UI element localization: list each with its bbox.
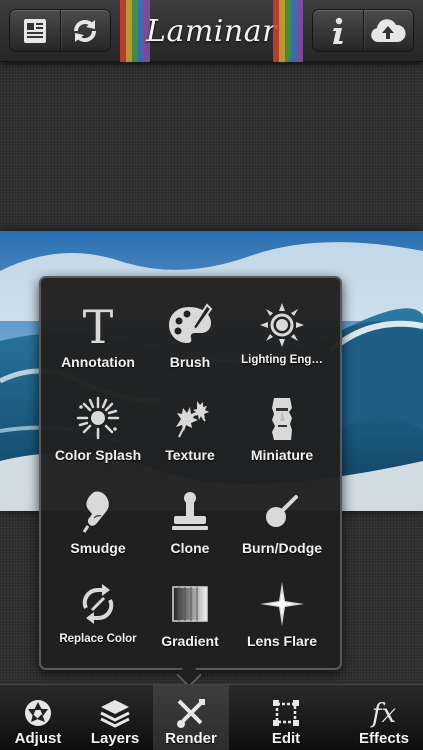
replace-arrows-icon	[82, 584, 114, 624]
tab-effects[interactable]: fx Effects	[346, 685, 422, 750]
tab-adjust[interactable]: Adjust	[0, 685, 76, 750]
tool-label: Lens Flare	[246, 633, 318, 649]
tool-burn-dodge[interactable]: Burn/Dodge	[234, 486, 330, 572]
crop-frame-icon	[273, 700, 299, 726]
palette-icon	[169, 303, 213, 343]
tool-label: Brush	[169, 354, 211, 370]
document-button[interactable]	[10, 10, 60, 51]
svg-text:fx: fx	[370, 699, 397, 728]
aperture-icon	[25, 700, 51, 726]
star-flare-icon	[260, 582, 304, 626]
layers-icon	[100, 700, 130, 728]
tool-texture[interactable]: Texture	[142, 393, 238, 479]
tab-edit[interactable]: Edit	[248, 685, 324, 750]
tool-miniature[interactable]: Miniature	[234, 393, 330, 479]
info-button[interactable]	[313, 10, 363, 51]
cloud-upload-button[interactable]	[362, 10, 414, 51]
tool-label: Gradient	[161, 633, 219, 649]
tool-label: Annotation	[61, 354, 135, 370]
tab-label: Adjust	[14, 730, 62, 747]
tab-label: Effects	[358, 730, 410, 747]
right-button-group	[312, 9, 414, 52]
finger-icon	[82, 491, 109, 533]
leaves-icon	[176, 401, 209, 438]
tool-label: Miniature	[250, 447, 314, 463]
tool-color-splash[interactable]: Color Splash	[50, 393, 146, 479]
render-tools-icon	[177, 699, 205, 728]
tab-label: Render	[165, 730, 217, 747]
svg-text:T: T	[83, 303, 114, 347]
cloud-upload-icon	[371, 18, 406, 42]
tab-layers[interactable]: Layers	[77, 685, 153, 750]
tool-lens-flare[interactable]: Lens Flare	[234, 579, 330, 665]
color-stripes-right	[273, 0, 303, 62]
stamp-icon	[172, 492, 208, 530]
document-icon	[23, 18, 46, 43]
splash-icon	[76, 396, 120, 440]
tool-annotation[interactable]: T Annotation	[50, 300, 146, 386]
moai-icon	[272, 398, 292, 440]
tool-label: Smudge	[70, 540, 126, 556]
text-t-icon: T	[83, 303, 114, 347]
tool-lighting-engine[interactable]: Lighting Eng…	[234, 300, 330, 386]
tab-label: Layers	[90, 730, 140, 747]
tool-gradient[interactable]: Gradient	[142, 579, 238, 665]
gradient-icon	[172, 586, 208, 622]
tool-label: Color Splash	[54, 447, 142, 463]
tool-clone[interactable]: Clone	[142, 486, 238, 572]
app-logo: Laminar	[146, 13, 277, 49]
tool-smudge[interactable]: Smudge	[50, 486, 146, 572]
tab-label: Edit	[271, 730, 301, 747]
sun-icon	[260, 303, 304, 347]
bottom-tab-bar: Adjust Layers Render Edit fx Effects	[0, 684, 423, 750]
fx-icon: fx	[370, 699, 397, 728]
tool-label: Clone	[170, 540, 210, 556]
tool-label: Replace Color	[59, 633, 137, 645]
tool-label: Texture	[165, 447, 215, 463]
tool-replace-color[interactable]: Replace Color	[50, 579, 146, 665]
refresh-icon	[74, 19, 97, 42]
tool-brush[interactable]: Brush	[142, 300, 238, 386]
tool-label: Lighting Eng…	[241, 354, 323, 366]
info-icon	[332, 17, 343, 44]
tool-label: Burn/Dodge	[241, 540, 323, 556]
tab-render[interactable]: Render	[153, 685, 229, 750]
left-button-group	[9, 9, 111, 52]
dodge-tool-icon	[266, 495, 298, 527]
refresh-button[interactable]	[59, 10, 111, 51]
top-toolbar: Laminar	[0, 0, 423, 62]
